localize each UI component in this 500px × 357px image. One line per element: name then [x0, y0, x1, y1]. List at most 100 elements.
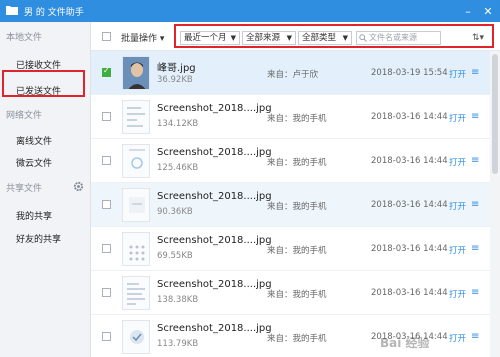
row-checkbox[interactable] [102, 200, 111, 209]
batch-operation-button[interactable]: 批量操作 ▾ [121, 31, 164, 44]
close-button[interactable]: ✕ [478, 0, 498, 22]
open-button[interactable]: 打开 [449, 244, 466, 256]
chevron-down-icon: ▾ [159, 34, 165, 44]
sidebar-item-offline[interactable]: 离线文件 [16, 134, 52, 147]
select-all-checkbox[interactable] [102, 32, 111, 41]
file-row[interactable]: 峰哥.jpg 36.92KB 来自：卢于欣 2018-03-19 15:54 打… [91, 51, 490, 95]
sidebar-item-weiyun[interactable]: 微云文件 [16, 156, 52, 169]
screenshot-thumbnail [122, 100, 150, 134]
file-row[interactable]: Screenshot_2018....jpg 90.36KB 来自：我的手机 2… [91, 183, 490, 227]
batch-operation-label: 批量操作 [121, 34, 158, 44]
file-row[interactable]: Screenshot_2018....jpg 113.79KB 来自：我的手机 … [91, 315, 490, 357]
file-source: 来自：我的手机 [267, 246, 327, 256]
row-checkbox[interactable] [102, 156, 111, 165]
file-date: 2018-03-16 14:44 [371, 288, 448, 298]
screenshot-thumbnail [122, 188, 150, 222]
sort-button[interactable]: ⇅▾ [468, 31, 488, 45]
type-filter-dropdown[interactable]: 全部类型 ▼ [298, 31, 352, 45]
time-filter-dropdown[interactable]: 最近一个月 ▼ [180, 31, 240, 45]
menu-icon[interactable]: ≡ [471, 67, 479, 78]
file-source: 来自：我的手机 [267, 114, 327, 124]
search-placeholder: 文件名或来源 [369, 33, 417, 42]
menu-icon[interactable]: ≡ [471, 287, 479, 298]
menu-icon[interactable]: ≡ [471, 111, 479, 122]
sidebar-item-sent[interactable]: 已发送文件 [16, 84, 61, 97]
open-button[interactable]: 打开 [449, 68, 466, 80]
file-row[interactable]: Screenshot_2018....jpg 125.46KB 来自：我的手机 … [91, 139, 490, 183]
open-button[interactable]: 打开 [449, 200, 466, 212]
window-title: 男 的 文件助手 [24, 8, 84, 18]
chevron-down-icon: ▼ [342, 34, 348, 42]
title-bar: 男 的 文件助手 – ✕ [0, 0, 500, 22]
file-date: 2018-03-16 14:44 [371, 244, 448, 254]
sidebar-section-local: 本地文件 [6, 33, 43, 43]
source-filter-dropdown[interactable]: 全部来源 ▼ [242, 31, 296, 45]
menu-icon[interactable]: ≡ [471, 331, 479, 342]
source-filter-value: 全部来源 [246, 33, 281, 43]
watermark: Bai 经验 [380, 336, 430, 350]
screenshot-thumbnail [122, 276, 150, 310]
chevron-down-icon: ▼ [286, 34, 292, 42]
search-icon [359, 34, 367, 42]
gear-icon[interactable] [73, 181, 84, 192]
scrollbar-thumb[interactable] [492, 54, 498, 174]
screenshot-thumbnail [122, 320, 150, 354]
file-size: 90.36KB [157, 207, 193, 217]
file-size: 134.12KB [157, 119, 199, 129]
sidebar-section-shared: 共享文件 [6, 184, 43, 194]
sidebar-item-my-share[interactable]: 我的共享 [16, 209, 52, 222]
toolbar: 批量操作 ▾ 最近一个月 ▼ 全部来源 ▼ 全部类型 ▼ 文件名或来源 ⇅▾ [91, 22, 500, 51]
row-checkbox[interactable] [102, 244, 111, 253]
screenshot-thumbnail [122, 232, 150, 266]
minimize-button[interactable]: – [458, 0, 478, 22]
open-button[interactable]: 打开 [449, 288, 466, 300]
file-size: 36.92KB [157, 75, 193, 85]
sidebar-section-network: 网络文件 [6, 111, 43, 121]
type-filter-value: 全部类型 [302, 33, 337, 43]
file-source: 来自：我的手机 [267, 202, 327, 212]
file-name: Screenshot_2018....jpg [157, 323, 272, 334]
menu-icon[interactable]: ≡ [471, 243, 479, 254]
folder-icon [6, 6, 18, 15]
row-checkbox[interactable] [102, 66, 111, 77]
file-date: 2018-03-16 14:44 [371, 156, 448, 166]
row-checkbox[interactable] [102, 112, 111, 121]
file-name: Screenshot_2018....jpg [157, 103, 272, 114]
chevron-down-icon: ▼ [230, 34, 236, 42]
file-row[interactable]: Screenshot_2018....jpg 134.12KB 来自：我的手机 … [91, 95, 490, 139]
file-date: 2018-03-16 14:44 [371, 200, 448, 210]
sort-icon: ⇅▾ [471, 33, 485, 43]
time-filter-value: 最近一个月 [184, 33, 227, 43]
sidebar: 本地文件 已接收文件 已发送文件 网络文件 离线文件 微云文件 共享文件 我的共… [0, 22, 91, 357]
file-name: Screenshot_2018....jpg [157, 279, 272, 290]
row-checkbox[interactable] [102, 332, 111, 341]
sidebar-item-received[interactable]: 已接收文件 [16, 58, 61, 71]
file-name: 峰哥.jpg [157, 63, 196, 74]
open-button[interactable]: 打开 [449, 112, 466, 124]
file-source: 来自：卢于欣 [267, 70, 319, 80]
file-row[interactable]: Screenshot_2018....jpg 138.38KB 来自：我的手机 … [91, 271, 490, 315]
file-name: Screenshot_2018....jpg [157, 147, 272, 158]
menu-icon[interactable]: ≡ [471, 199, 479, 210]
file-list: 峰哥.jpg 36.92KB 来自：卢于欣 2018-03-19 15:54 打… [91, 51, 490, 357]
screenshot-thumbnail [122, 144, 150, 178]
file-size: 113.79KB [157, 339, 199, 349]
file-date: 2018-03-16 14:44 [371, 112, 448, 122]
menu-icon[interactable]: ≡ [471, 155, 479, 166]
image-thumbnail [122, 56, 150, 90]
row-checkbox[interactable] [102, 288, 111, 297]
file-row[interactable]: Screenshot_2018....jpg 69.55KB 来自：我的手机 2… [91, 227, 490, 271]
file-size: 125.46KB [157, 163, 199, 173]
file-size: 69.55KB [157, 251, 193, 261]
file-name: Screenshot_2018....jpg [157, 191, 272, 202]
file-date: 2018-03-19 15:54 [371, 68, 448, 78]
file-size: 138.38KB [157, 295, 199, 305]
open-button[interactable]: 打开 [449, 156, 466, 168]
open-button[interactable]: 打开 [449, 332, 466, 344]
file-source: 来自：我的手机 [267, 334, 327, 344]
file-source: 来自：我的手机 [267, 290, 327, 300]
search-input[interactable]: 文件名或来源 [356, 31, 441, 45]
file-source: 来自：我的手机 [267, 158, 327, 168]
sidebar-item-friend-share[interactable]: 好友的共享 [16, 232, 61, 245]
filter-highlight-box: 最近一个月 ▼ 全部来源 ▼ 全部类型 ▼ 文件名或来源 ⇅▾ [174, 24, 494, 48]
